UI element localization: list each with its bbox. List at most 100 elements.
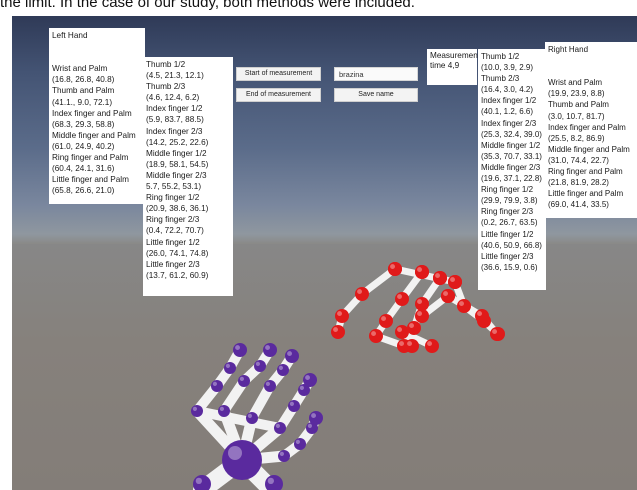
left-joint-sphere xyxy=(224,362,236,374)
measurement-value: (68.3, 29.3, 58.8) xyxy=(52,119,115,129)
right-joint-sphere-highlight xyxy=(390,264,395,269)
measurement-value: (35.3, 70.7, 33.1) xyxy=(481,151,542,161)
right-joint-sphere xyxy=(475,309,489,323)
left-joint-sphere-highlight xyxy=(307,423,312,428)
measurement-label: Thumb 2/3 xyxy=(146,82,186,92)
left-joint-sphere-highlight xyxy=(219,406,224,411)
left-forearm-sphere-highlight xyxy=(267,477,274,484)
right-joint-sphere-highlight xyxy=(397,294,402,299)
right-joint-sphere-highlight xyxy=(357,289,362,294)
measurement-label: Middle finger and Palm xyxy=(52,130,136,140)
measurement-value: (25.5, 8.2, 86.9) xyxy=(548,133,605,143)
left-joint-sphere xyxy=(288,400,300,412)
right-joint-sphere xyxy=(433,271,447,285)
left-joint-sphere-highlight xyxy=(239,376,244,381)
right-joint-sphere xyxy=(331,325,345,339)
right-joint-sphere xyxy=(395,325,409,339)
measurement-value: (26.0, 74.1, 74.8) xyxy=(146,248,209,258)
measurement-value: (13.7, 61.2, 60.9) xyxy=(146,270,209,280)
measurement-value: (40.6, 50.9, 66.8) xyxy=(481,240,542,250)
measurement-time-value: time 4,9 xyxy=(430,61,460,70)
left-joint-sphere-highlight xyxy=(265,345,270,350)
end-measurement-button[interactable]: End of measurement xyxy=(236,88,321,102)
left-hand-finger-panel: Thumb 1/2 (4.5, 21.3, 12.1) Thumb 2/3 (4.6,… xyxy=(143,57,233,296)
left-forearm-sphere-highlight xyxy=(195,477,203,484)
measurement-label: Ring finger 1/2 xyxy=(146,193,200,203)
measurement-value: (3.0, 10.7, 81.7) xyxy=(548,111,605,121)
left-joint-sphere xyxy=(191,405,203,417)
right-joint-sphere xyxy=(457,299,471,313)
left-joint-sphere xyxy=(277,364,289,376)
measurement-label: Little finger 2/3 xyxy=(481,251,534,261)
left-joint-sphere xyxy=(233,343,247,357)
right-joint-sphere-highlight xyxy=(409,323,414,328)
measurement-value: (4.5, 21.3, 12.1) xyxy=(146,71,204,81)
measurement-value: (19.9, 23.9, 8.8) xyxy=(548,89,605,99)
measurement-label: Ring finger 2/3 xyxy=(146,215,200,225)
right-joint-sphere xyxy=(415,309,429,323)
right-joint-sphere-highlight xyxy=(381,316,386,321)
left-joint-sphere-highlight xyxy=(295,439,300,444)
measurement-value: (14.2, 25.2, 22.6) xyxy=(146,137,209,147)
right-joint-sphere xyxy=(379,314,393,328)
measurement-value: (25.3, 32.4, 39.0) xyxy=(481,129,542,139)
left-joint-sphere-highlight xyxy=(212,381,217,386)
left-wrist-sphere-highlight xyxy=(228,446,242,460)
right-hand-palm-panel: Right Hand Wrist and Palm (19.9, 23.9, 8.… xyxy=(545,42,637,218)
left-hand-model xyxy=(191,343,323,490)
measurement-value: (60.4, 24.1, 31.6) xyxy=(52,164,115,174)
measurement-value: (0.4, 72.2, 70.7) xyxy=(146,226,204,236)
left-joint-sphere-highlight xyxy=(299,385,304,390)
measurement-label: Index finger and Palm xyxy=(548,122,626,132)
right-joint-sphere xyxy=(388,262,402,276)
left-joint-sphere-highlight xyxy=(278,365,283,370)
right-joint-sphere-highlight xyxy=(399,341,404,346)
right-joint-sphere-highlight xyxy=(417,267,422,272)
right-joint-sphere-highlight xyxy=(435,273,440,278)
right-joint-sphere-highlight xyxy=(427,341,432,346)
save-name-button[interactable]: Save name xyxy=(334,88,418,102)
figure-caption-text: the limit. In the case of our study, bot… xyxy=(0,0,415,11)
right-joint-sphere-highlight xyxy=(417,311,422,316)
right-joint-sphere-highlight xyxy=(333,327,338,332)
name-input[interactable] xyxy=(334,67,418,81)
measurement-label: Index finger 2/3 xyxy=(146,126,203,136)
measurement-label: Index finger 2/3 xyxy=(481,118,537,128)
measurement-label: Thumb 2/3 xyxy=(481,74,520,84)
right-joint-sphere-highlight xyxy=(337,311,342,316)
right-joint-sphere-highlight xyxy=(443,291,448,296)
measurement-label: Wrist and Palm xyxy=(548,78,603,88)
measurement-value: (5.9, 83.7, 88.5) xyxy=(146,115,204,125)
measurement-value: (41.1., 9.0, 72.1) xyxy=(52,97,113,107)
measurement-label: Middle finger 2/3 xyxy=(146,170,207,180)
left-joint-sphere-highlight xyxy=(289,401,294,406)
right-joint-sphere xyxy=(415,265,429,279)
measurement-label: Little finger and Palm xyxy=(548,189,624,199)
measurement-value: (69.0, 41.4, 33.5) xyxy=(548,200,609,210)
right-joint-sphere xyxy=(395,292,409,306)
measurement-time-label: Measurement xyxy=(430,51,481,60)
right-hand-finger-panel: Thumb 1/2 (10.0, 3.9, 2.9) Thumb 2/3 (16.4,… xyxy=(478,49,546,290)
left-joint-sphere xyxy=(218,405,230,417)
measurement-label: Little finger 1/2 xyxy=(481,229,534,239)
left-joint-sphere-highlight xyxy=(279,451,284,456)
measurement-label: Index finger and Palm xyxy=(52,108,132,118)
measurement-value: (16.4, 3.0, 4.2) xyxy=(481,85,534,95)
measurement-value: (20.9, 38.6, 36.1) xyxy=(146,204,209,214)
measurement-value: (21.8, 81.9, 28.2) xyxy=(548,178,609,188)
left-joint-sphere-highlight xyxy=(275,423,280,428)
measurement-value: (36.6, 15.9, 0.6) xyxy=(481,262,538,272)
left-joint-sphere-highlight xyxy=(192,406,197,411)
right-joint-sphere xyxy=(405,339,419,353)
right-joint-sphere-highlight xyxy=(459,301,464,306)
measurement-label: Thumb 1/2 xyxy=(146,60,186,69)
right-joint-sphere-highlight xyxy=(450,277,455,282)
right-joint-sphere xyxy=(369,329,383,343)
right-joint-sphere xyxy=(441,289,455,303)
measurement-value: (10.0, 3.9, 2.9) xyxy=(481,63,534,73)
left-joint-sphere-highlight xyxy=(255,361,260,366)
right-joint-sphere xyxy=(425,339,439,353)
left-joint-sphere-highlight xyxy=(305,375,310,380)
start-measurement-button[interactable]: Start of measurement xyxy=(236,67,321,81)
left-joint-sphere xyxy=(285,349,299,363)
